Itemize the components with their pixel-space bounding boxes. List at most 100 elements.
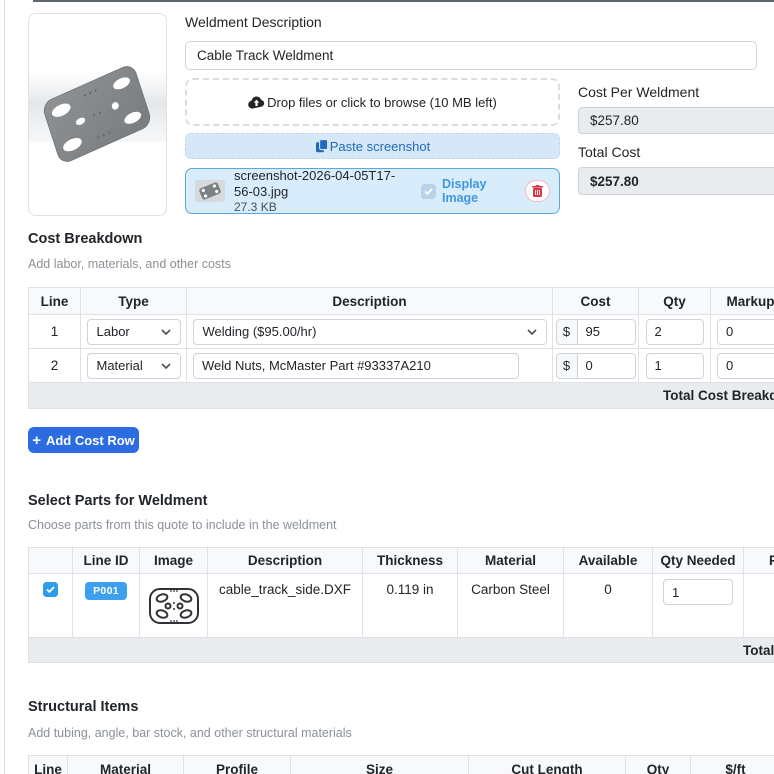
total-cost-label: Total Cost <box>578 144 640 160</box>
col-size: Size <box>291 756 469 774</box>
left-panel-border <box>4 0 5 774</box>
col-thickness: Thickness <box>363 548 458 574</box>
col-material: Material <box>68 756 184 774</box>
structural-section-title: Structural Items <box>28 699 138 715</box>
top-divider <box>33 0 774 2</box>
cost-breakdown-title: Cost Breakdown <box>28 231 142 247</box>
cost-table-footer: Total Cost Breakdo <box>29 383 774 409</box>
col-image: Image <box>140 548 208 574</box>
paste-icon <box>315 139 328 153</box>
add-cost-row-button[interactable]: + Add Cost Row <box>28 427 139 453</box>
structural-table: Line Material Profile Size Cut Length Qt… <box>28 755 774 774</box>
col-qty-needed: Qty Needed <box>653 548 744 574</box>
trash-icon <box>532 185 543 197</box>
col-cost: Cost <box>553 288 639 315</box>
type-select-value: Material <box>97 358 143 373</box>
add-cost-row-label: Add Cost Row <box>46 433 135 448</box>
weldment-3d-part-image <box>29 14 166 215</box>
part-thickness: 0.119 in <box>363 574 458 638</box>
cost-input-group: $ 95 <box>556 319 636 345</box>
cost-input[interactable]: 0 <box>578 353 636 379</box>
markup-input[interactable]: 0 <box>717 353 774 379</box>
cost-row-line: 2 <box>29 349 81 383</box>
parts-section-subtitle: Choose parts from this quote to include … <box>28 518 337 532</box>
cost-row-2: 2 Material Weld Nuts, McMaster Part #933… <box>29 349 774 383</box>
parts-section-title: Select Parts for Weldment <box>28 493 207 509</box>
part-price-cell <box>744 574 774 638</box>
col-qty: Qty <box>639 288 711 315</box>
col-select <box>29 548 73 574</box>
part-dxf-thumbnail[interactable] <box>145 577 203 635</box>
paste-screenshot-label: Paste screenshot <box>330 139 430 154</box>
currency-prefix: $ <box>556 319 578 345</box>
type-select[interactable]: Labor <box>87 319 181 345</box>
col-markup: Markup <box>711 288 774 315</box>
plus-icon: + <box>32 433 41 448</box>
total-cost-value: $257.80 <box>578 167 774 195</box>
type-select[interactable]: Material <box>87 353 181 379</box>
display-image-checkbox[interactable] <box>421 184 436 199</box>
cost-row-line: 1 <box>29 315 81 349</box>
col-available: Available <box>564 548 653 574</box>
part-select-checkbox[interactable] <box>43 582 58 597</box>
cost-input-group: $ 0 <box>556 353 636 379</box>
cost-breakdown-subtitle: Add labor, materials, and other costs <box>28 257 231 271</box>
description-select[interactable]: Welding ($95.00/hr) <box>193 319 547 345</box>
part-available: 0 <box>564 574 653 638</box>
weldment-description-input[interactable]: Cable Track Weldment <box>185 41 757 70</box>
col-qty: Qty <box>626 756 691 774</box>
col-description: Description <box>187 288 553 315</box>
display-image-control: Display Image <box>421 177 508 205</box>
parts-total-label: Total <box>743 643 774 658</box>
col-line: Line <box>29 288 81 315</box>
col-cut-length: Cut Length <box>469 756 626 774</box>
col-per-ft: $/ft <box>691 756 774 774</box>
display-image-label: Display Image <box>442 177 508 205</box>
cost-breakdown-table: Line Type Description Cost Qty Markup 1 … <box>28 287 774 409</box>
currency-prefix: $ <box>556 353 578 379</box>
col-line: Line <box>29 756 68 774</box>
col-type: Type <box>81 288 187 315</box>
chevron-down-icon <box>161 329 171 335</box>
parts-table-footer: Total <box>29 638 774 663</box>
dropzone-text: Drop files or click to browse (10 MB lef… <box>267 95 497 110</box>
description-input[interactable]: Weld Nuts, McMaster Part #93337A210 <box>193 353 519 379</box>
attachment-filesize: 27.3 KB <box>234 200 412 215</box>
paste-screenshot-button[interactable]: Paste screenshot <box>185 133 560 159</box>
part-qty-needed-input[interactable]: 1 <box>663 579 733 605</box>
cost-total-label: Total Cost Breakdo <box>663 388 774 403</box>
qty-input[interactable]: 2 <box>646 319 704 345</box>
markup-input[interactable]: 0 <box>717 319 774 345</box>
col-price: P <box>744 548 774 574</box>
cost-table-header-row: Line Type Description Cost Qty Markup <box>29 288 774 315</box>
structural-table-header-row: Line Material Profile Size Cut Length Qt… <box>29 756 774 774</box>
cost-per-weldment-value: $257.80 <box>578 107 774 134</box>
part-material: Carbon Steel <box>458 574 564 638</box>
part-line-id-badge: P001 <box>85 582 127 600</box>
qty-input[interactable]: 1 <box>646 353 704 379</box>
attachment-filename: screenshot-2026-04-05T17-56-03.jpg <box>234 168 412 200</box>
description-select-value: Welding ($95.00/hr) <box>203 324 317 339</box>
cost-row-1: 1 Labor Welding ($95.00/hr) $ 95 <box>29 315 774 349</box>
cost-per-weldment-label: Cost Per Weldment <box>578 84 699 100</box>
check-icon <box>424 188 433 195</box>
attachment-thumbnail <box>195 180 225 202</box>
file-dropzone[interactable]: Drop files or click to browse (10 MB lef… <box>185 78 560 126</box>
structural-section-subtitle: Add tubing, angle, bar stock, and other … <box>28 726 352 740</box>
parts-table-header-row: Line ID Image Description Thickness Mate… <box>29 548 774 574</box>
delete-attachment-button[interactable] <box>525 180 550 202</box>
col-line-id: Line ID <box>73 548 140 574</box>
chevron-down-icon <box>527 329 537 335</box>
part-description: cable_track_side.DXF <box>208 574 363 638</box>
weldment-description-label: Weldment Description <box>185 14 322 30</box>
check-icon <box>46 586 55 593</box>
col-description: Description <box>208 548 363 574</box>
weldment-preview-card <box>28 13 167 216</box>
cost-input[interactable]: 95 <box>578 319 636 345</box>
attachment-item[interactable]: screenshot-2026-04-05T17-56-03.jpg 27.3 … <box>185 168 560 214</box>
attachment-meta: screenshot-2026-04-05T17-56-03.jpg 27.3 … <box>234 168 412 215</box>
parts-row-1: P001 <box>29 574 774 638</box>
col-profile: Profile <box>184 756 291 774</box>
col-material: Material <box>458 548 564 574</box>
weldment-editor-page: Weldment Description Cable Track Weldmen… <box>0 0 774 774</box>
